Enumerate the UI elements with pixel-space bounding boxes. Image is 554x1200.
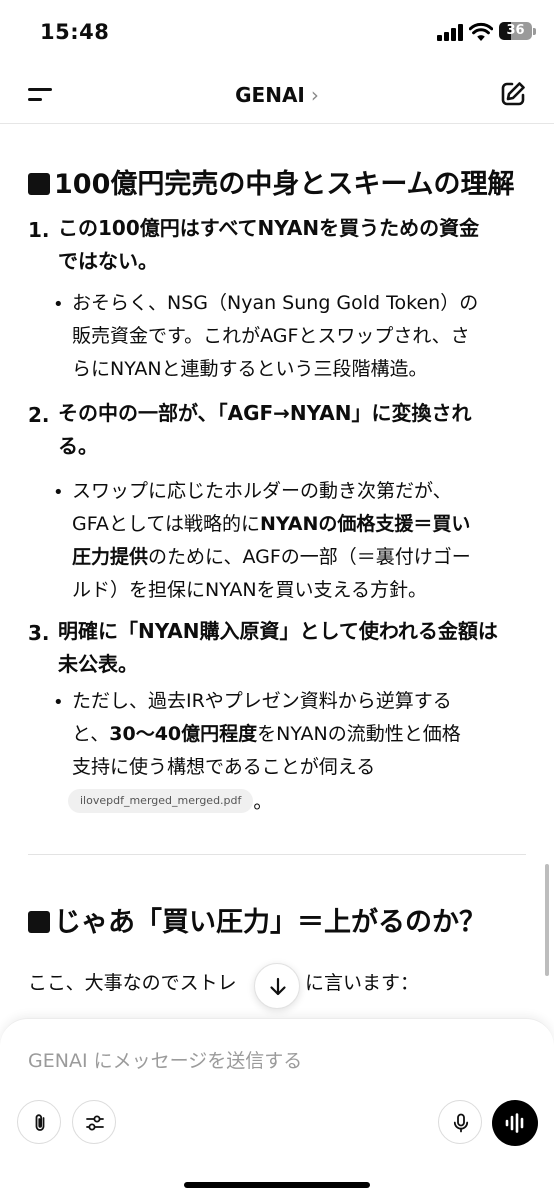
section-heading: じゃあ「買い圧力」＝上がるのか？: [28, 900, 486, 939]
scroll-to-bottom-button[interactable]: [254, 963, 300, 1009]
black-square-icon: [28, 173, 50, 195]
list-item-title: その中の一部が、「AGF→NYAN」に変換され る。: [58, 401, 472, 458]
list-number: 3.: [28, 621, 50, 645]
attach-button[interactable]: [17, 1100, 61, 1144]
model-selector[interactable]: GENAI ›: [0, 83, 554, 107]
paragraph-right: に言います：: [305, 972, 420, 994]
chat-content[interactable]: 100億円完売の中身とスキームの理解 1. この100億円はすべてNYANを買う…: [0, 124, 554, 1024]
message-input[interactable]: GENAI にメッセージを送信する: [28, 1046, 302, 1073]
scrollbar[interactable]: [545, 864, 549, 976]
status-time: 15:48: [40, 20, 110, 44]
battery-icon: 36: [499, 22, 532, 40]
bullet-text: スワップに応じたホルダーの動き次第だが、 GFAとしては戦略的にNYANの価格支…: [72, 480, 471, 601]
paperclip-icon: [35, 1114, 45, 1131]
list-item-title: 明確に「NYAN購入原資」として使われる金額は 未公表。: [58, 619, 498, 676]
list-item-title: この100億円はすべてNYANを買うための資金 ではない。: [58, 216, 480, 273]
battery-cap: [533, 28, 536, 35]
bullet-dot: •: [53, 692, 64, 713]
status-bar: 15:48 36: [0, 0, 554, 64]
battery-level: 36: [506, 23, 525, 38]
bullet-dot: •: [53, 294, 64, 315]
list-number: 1.: [28, 218, 50, 242]
list-number: 2.: [28, 403, 50, 427]
mic-icon: [453, 1113, 469, 1133]
wifi-icon: [469, 22, 493, 41]
home-indicator: [184, 1182, 370, 1188]
dictation-button[interactable]: [438, 1100, 482, 1144]
model-name: GENAI: [235, 83, 305, 107]
section-divider: [28, 854, 526, 855]
black-square-icon: [28, 911, 50, 933]
bullet-dot: •: [53, 482, 64, 503]
bullet-text: ただし、過去IRやプレゼン資料から逆算する と、30〜40億円程度をNYANの流…: [68, 685, 532, 819]
sliders-icon: [86, 1115, 104, 1131]
chevron-right-icon: ›: [310, 83, 319, 107]
citation-chip[interactable]: ilovepdf_merged_merged.pdf: [68, 789, 254, 813]
chat-header: GENAI ›: [0, 64, 554, 124]
scroll-down-icon: [270, 977, 286, 996]
voice-waveform-icon: [505, 1113, 524, 1133]
tools-button[interactable]: [72, 1100, 116, 1144]
message-composer: GENAI にメッセージを送信する: [0, 1018, 554, 1200]
voice-mode-button[interactable]: [492, 1100, 538, 1146]
section-heading: 100億円完売の中身とスキームの理解: [28, 162, 515, 201]
edit-icon[interactable]: [499, 80, 527, 108]
bullet-text: おそらく、NSG（Nyan Sung Gold Token）の 販売資金です。こ…: [72, 292, 479, 380]
cellular-signal-icon: [437, 24, 463, 41]
